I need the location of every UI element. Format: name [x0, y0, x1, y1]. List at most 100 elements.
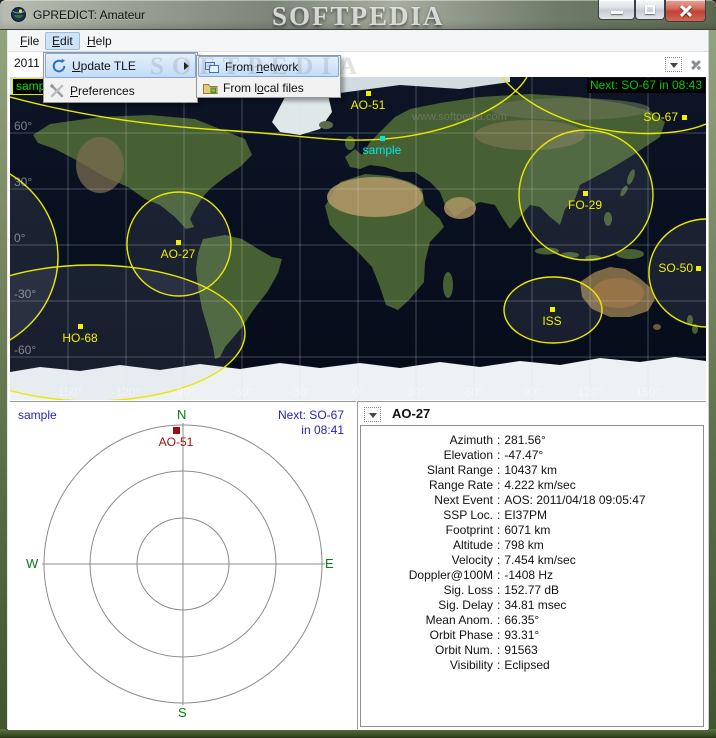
- lon-tick-label: -30°: [288, 385, 312, 399]
- telemetry-value: -1408 Hz: [504, 568, 554, 582]
- telemetry-label: Altitude: [452, 538, 493, 552]
- satellite-label-FO-29[interactable]: FO-29: [568, 198, 602, 212]
- update-tle-submenu: From network From local files: [196, 55, 341, 98]
- satellite-marker-sample[interactable]: [380, 136, 385, 141]
- maximize-icon: [645, 4, 655, 14]
- satellite-data-panel: AO-27 Azimuth:281.56° Elevation: -47.47° Sl…: [357, 401, 706, 729]
- telemetry-value: 66.35°: [504, 613, 540, 627]
- telemetry-label: Mean Anom.: [425, 613, 493, 627]
- telemetry-label: Doppler@100M: [408, 568, 493, 582]
- lat-tick-label: -30°: [14, 287, 37, 301]
- satellite-marker-ISS[interactable]: [550, 307, 555, 312]
- satellite-label-SO-67[interactable]: SO-67: [643, 110, 678, 124]
- telemetry-row: Sig. Delay:34.81 msec: [361, 598, 703, 613]
- telemetry-label: Azimuth: [449, 433, 493, 447]
- telemetry-row: Orbit Num.:91563: [361, 643, 703, 658]
- telemetry-value: 91563: [504, 643, 538, 657]
- telemetry-row: Altitude:798 km: [361, 538, 703, 553]
- lat-tick-label: 0°: [14, 231, 26, 245]
- polar-north-label: N: [177, 407, 187, 422]
- telemetry-value: 152.77 dB: [504, 583, 560, 597]
- telemetry-row: Doppler@100M: -1408 Hz: [361, 568, 703, 583]
- satellite-label-AO-51[interactable]: AO-51: [351, 98, 386, 112]
- menu-help[interactable]: Help: [80, 32, 119, 50]
- telemetry-label: Next Event: [434, 493, 493, 507]
- minimize-button[interactable]: [598, 0, 635, 20]
- telemetry-row: Elevation: -47.47°: [361, 448, 703, 463]
- satellite-marker-SO-67[interactable]: [682, 115, 687, 120]
- polar-east-label: E: [325, 556, 334, 571]
- map-overlay: sample Next: SO-67 in 08:43 60° 30° 0° -30°…: [10, 77, 706, 400]
- edit-menu-popup: Update TLE Preferences: [43, 52, 198, 103]
- menu-edit[interactable]: Edit: [45, 32, 80, 50]
- telemetry-label: Sig. Delay: [438, 598, 493, 612]
- satellite-marker-HO-68[interactable]: [78, 324, 83, 329]
- telemetry-label: Visibility: [449, 658, 493, 672]
- satellite-marker-SO-50[interactable]: [696, 266, 701, 271]
- satellite-marker-FO-29[interactable]: [583, 191, 588, 196]
- satellite-marker-AO-27[interactable]: [176, 240, 181, 245]
- window-border-bottom: [0, 729, 716, 738]
- menu-item-from-network[interactable]: From network: [198, 56, 339, 77]
- submenu-arrow-icon: [184, 61, 189, 70]
- telemetry-label: Range Rate: [428, 478, 493, 492]
- panel-select-button[interactable]: [364, 407, 381, 422]
- polar-target-label[interactable]: AO-51: [159, 435, 194, 449]
- network-icon: [199, 59, 225, 75]
- lon-tick-label: 0°: [352, 385, 364, 399]
- polar-target-marker[interactable]: [173, 427, 180, 434]
- world-map[interactable]: sample Next: SO-67 in 08:43 60° 30° 0° -30°…: [10, 77, 706, 400]
- satellite-label-sample[interactable]: sample: [363, 143, 402, 157]
- menu-item-update-tle[interactable]: Update TLE: [45, 53, 196, 78]
- lon-tick-label: 30°: [406, 385, 426, 399]
- telemetry-value: 7.454 km/sec: [504, 553, 576, 567]
- telemetry-label: Orbit Num.: [434, 643, 493, 657]
- chevron-down-icon: [669, 62, 678, 68]
- app-icon: [10, 6, 27, 23]
- lon-tick-label: 120°: [577, 385, 603, 399]
- window-title: GPREDICT: Amateur: [33, 8, 146, 22]
- telemetry-list: Azimuth:281.56° Elevation: -47.47° Slant Ra…: [360, 425, 704, 727]
- menu-bar: File Edit Help: [8, 30, 708, 52]
- lat-tick-label: -60°: [14, 343, 37, 357]
- folder-icon: [197, 80, 223, 96]
- close-button[interactable]: [665, 0, 706, 22]
- module-close-button[interactable]: [687, 57, 704, 72]
- polar-canvas: [42, 423, 325, 705]
- satellite-marker-AO-51[interactable]: [366, 91, 371, 96]
- telemetry-value: 281.56°: [504, 433, 546, 447]
- module-time: 2011: [14, 56, 40, 70]
- telemetry-value: EI37PM: [504, 508, 548, 522]
- satellite-label-ISS[interactable]: ISS: [542, 314, 561, 328]
- telemetry-row: Visibility: Eclipsed: [361, 658, 703, 673]
- telemetry-row: SSP Loc.: EI37PM: [361, 508, 703, 523]
- menu-file[interactable]: File: [13, 32, 46, 50]
- telemetry-value: -47.47°: [504, 448, 544, 462]
- telemetry-value: 6071 km: [504, 523, 551, 537]
- telemetry-row: Orbit Phase:93.31°: [361, 628, 703, 643]
- lat-tick-label: 60°: [14, 119, 33, 133]
- lon-tick-label: 150°: [635, 385, 661, 399]
- satellite-label-AO-27[interactable]: AO-27: [161, 247, 196, 261]
- menu-item-preferences[interactable]: Preferences: [44, 78, 197, 103]
- window-border-left: [0, 30, 8, 730]
- polar-next-event: Next: SO-67 in 08:41: [277, 408, 344, 437]
- softpedia-watermark: SOFTPEDIA: [272, 1, 445, 29]
- satellite-label-SO-50[interactable]: SO-50: [658, 261, 693, 275]
- lon-tick-label: -120°: [111, 385, 141, 399]
- maximize-button[interactable]: [635, 0, 665, 20]
- chevron-down-icon: [368, 412, 377, 418]
- lon-tick-label: 60°: [464, 385, 484, 399]
- telemetry-label: Sig. Loss: [443, 583, 493, 597]
- map-next-event-tag: Next: SO-67 in 08:43: [586, 78, 705, 93]
- polar-plot[interactable]: sample N S W E Next: SO-67 in 08:41 AO-51: [10, 401, 356, 729]
- window-border-right: [708, 30, 716, 730]
- telemetry-value: 34.81 msec: [504, 598, 567, 612]
- telemetry-value: AOS: 2011/04/18 09:05:47: [504, 493, 646, 507]
- telemetry-row: Next Event: AOS: 2011/04/18 09:05:47: [361, 493, 703, 508]
- satellite-label-HO-68[interactable]: HO-68: [62, 331, 97, 345]
- module-detach-button[interactable]: [665, 57, 682, 72]
- refresh-icon: [46, 58, 72, 74]
- menu-item-from-local-files[interactable]: From local files: [197, 77, 340, 98]
- telemetry-value: 10437 km: [504, 463, 558, 477]
